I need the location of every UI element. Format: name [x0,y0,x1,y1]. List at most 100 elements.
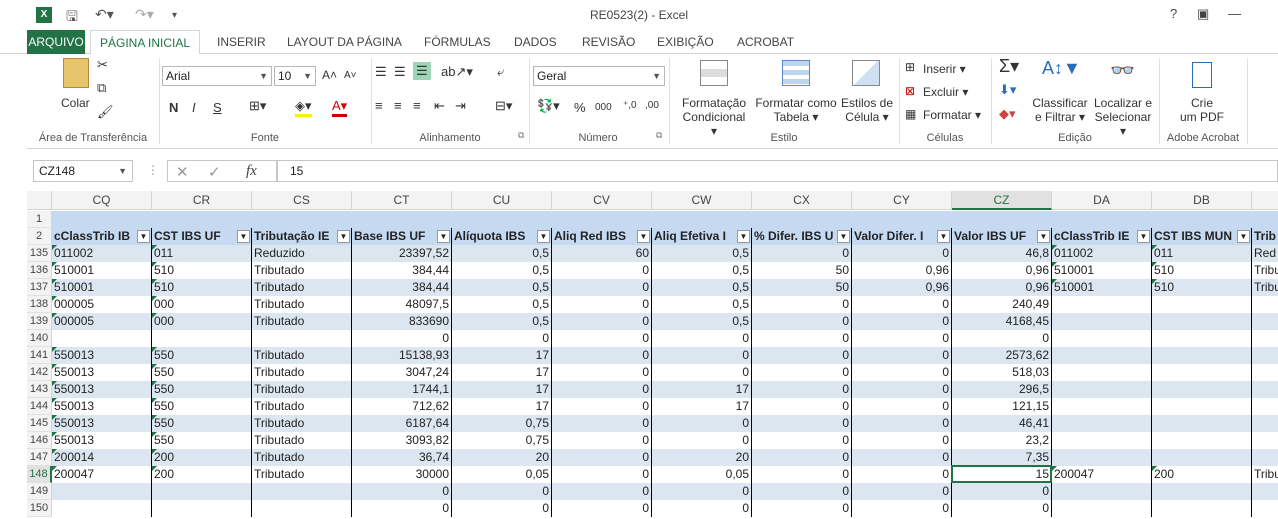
row-header[interactable]: 143 [27,381,52,398]
table-cell[interactable]: 550013 [52,347,152,364]
table-cell[interactable]: 0 [352,330,452,347]
table-header-cell[interactable]: CST IBS UF ▼ [152,228,252,245]
column-header[interactable] [1252,191,1278,210]
table-cell[interactable]: 0 [352,483,452,500]
table-cell[interactable]: 0 [552,313,652,330]
dialog-launcher-icon[interactable]: ⧉ [518,130,524,141]
table-cell[interactable]: 200047 [1052,466,1152,483]
increase-decimal-icon[interactable]: ⁺,0 [623,100,637,111]
dialog-launcher-icon[interactable]: ⧉ [656,130,662,141]
row-header[interactable]: 150 [27,500,52,517]
table-cell[interactable] [1052,398,1152,415]
table-cell[interactable] [1252,381,1278,398]
table-cell[interactable] [1152,449,1252,466]
ribbon-display-button[interactable]: ▣ [1197,6,1209,22]
table-cell[interactable] [1152,381,1252,398]
table-cell[interactable]: 0 [552,500,652,517]
align-top-icon[interactable]: ☰ [375,64,387,80]
table-cell[interactable]: 200 [152,466,252,483]
table-cell[interactable]: 46,41 [952,415,1052,432]
table-header-cell[interactable]: Valor Difer. I ▼ [852,228,952,245]
table-cell[interactable] [1152,296,1252,313]
table-cell[interactable]: 0 [752,449,852,466]
table-cell[interactable]: 510 [1152,262,1252,279]
table-cell[interactable]: 200 [1152,466,1252,483]
table-cell[interactable] [1252,364,1278,381]
table-cell[interactable]: 0 [652,483,752,500]
table-cell[interactable] [1152,432,1252,449]
table-cell[interactable] [1052,296,1152,313]
table-cell[interactable]: 0 [652,415,752,432]
filter-dropdown-icon[interactable]: ▼ [1137,230,1150,243]
table-cell[interactable]: 0 [552,262,652,279]
name-box[interactable]: CZ148 ▼ [33,160,133,182]
table-cell[interactable]: 200014 [52,449,152,466]
table-cell[interactable] [1052,330,1152,347]
table-header-cell[interactable]: Base IBS UF ▼ [352,228,452,245]
table-cell[interactable]: 0 [952,500,1052,517]
table-cell[interactable]: Tributado [252,313,352,330]
align-left-icon[interactable]: ≡ [375,98,383,113]
column-header[interactable]: CS [252,191,352,210]
format-cells-button[interactable]: Formatar ▾ [923,108,981,122]
filter-dropdown-icon[interactable]: ▼ [837,230,850,243]
table-cell[interactable]: 550 [152,398,252,415]
cut-icon[interactable]: ✂ [97,57,108,73]
table-cell[interactable]: Tributado [252,449,352,466]
table-cell[interactable] [152,483,252,500]
tab-data[interactable]: DADOS [514,35,557,49]
spreadsheet-grid[interactable]: CQ CR CS CT CU CV CW CX CY CZ DA DB 1 2 cClassTrib IB… [27,191,1278,519]
table-cell[interactable]: 0 [852,449,952,466]
table-cell[interactable]: 0 [752,313,852,330]
table-cell[interactable]: 000005 [52,313,152,330]
table-cell[interactable]: 000005 [52,296,152,313]
wrap-text-icon[interactable]: ⤶ [497,64,504,80]
row-header[interactable]: 145 [27,415,52,432]
borders-icon[interactable]: ⊞▾ [249,98,266,114]
table-cell[interactable]: 0 [452,483,552,500]
filter-dropdown-icon[interactable]: ▼ [737,230,750,243]
table-cell[interactable]: 0 [752,500,852,517]
table-cell[interactable]: 0 [852,466,952,483]
table-cell[interactable] [1052,381,1152,398]
table-cell[interactable] [252,330,352,347]
tab-home[interactable]: PÁGINA INICIAL [90,30,200,55]
row-header[interactable]: 141 [27,347,52,364]
row-header[interactable]: 148 [27,466,52,483]
table-cell[interactable]: 240,49 [952,296,1052,313]
table-cell[interactable] [1052,347,1152,364]
table-cell[interactable]: Tributado [252,381,352,398]
cancel-icon[interactable]: ✕ [176,163,189,181]
table-cell[interactable]: 0 [752,415,852,432]
table-header-cell[interactable]: CST IBS MUN ▼ [1152,228,1252,245]
table-cell[interactable]: Red [1252,245,1278,262]
table-cell[interactable] [1152,500,1252,517]
table-cell[interactable]: 0 [852,483,952,500]
table-cell[interactable]: 0 [552,296,652,313]
table-cell[interactable]: 36,74 [352,449,452,466]
tab-review[interactable]: REVISÃO [582,35,635,49]
table-cell[interactable]: 518,03 [952,364,1052,381]
table-cell[interactable]: 0 [852,500,952,517]
table-cell[interactable]: 0 [652,347,752,364]
table-cell[interactable]: 0 [652,432,752,449]
filter-dropdown-icon[interactable]: ▼ [1237,230,1250,243]
table-cell[interactable]: 0 [752,381,852,398]
decrease-decimal-icon[interactable]: ,00 [645,100,659,111]
table-header-cell[interactable]: cClassTrib IB ▼ [52,228,152,245]
delete-cells-button[interactable]: Excluir ▾ [923,85,968,99]
table-cell[interactable]: 0,96 [852,279,952,296]
table-cell[interactable]: 0 [552,330,652,347]
table-cell[interactable]: 712,62 [352,398,452,415]
table-cell[interactable]: 0 [652,364,752,381]
table-cell[interactable]: 0,05 [652,466,752,483]
table-cell[interactable] [1152,330,1252,347]
table-cell[interactable]: 0,5 [652,313,752,330]
row-header[interactable]: 135 [27,245,52,262]
table-cell[interactable]: Reduzido [252,245,352,262]
table-cell[interactable]: 0,5 [652,245,752,262]
table-cell[interactable]: 0 [552,381,652,398]
tab-file[interactable]: ARQUIVO [27,30,85,54]
table-cell[interactable]: 0 [852,415,952,432]
row-header[interactable]: 138 [27,296,52,313]
